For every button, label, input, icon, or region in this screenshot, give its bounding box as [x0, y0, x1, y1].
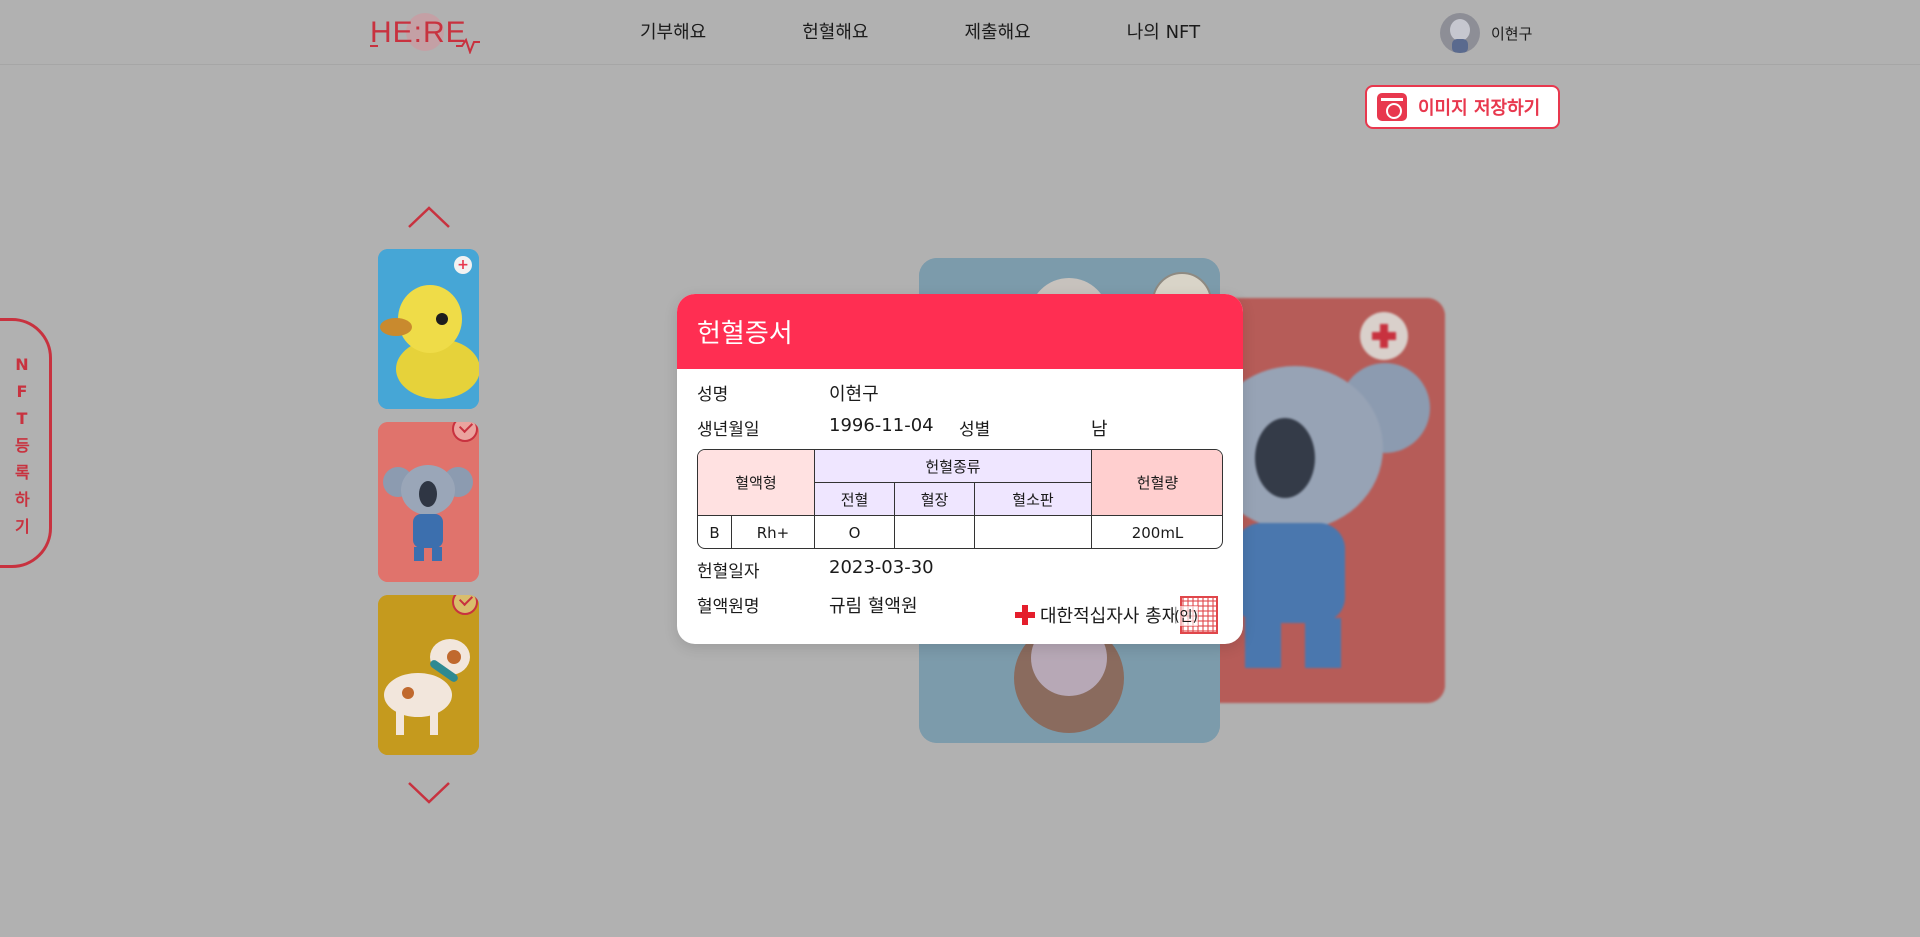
gender-label: 성별 [959, 420, 991, 440]
carousel-item-koala[interactable] [378, 422, 479, 582]
whole-blood-mark: O [815, 516, 895, 548]
donation-table: 혈액형 헌혈종류 헌혈량 전혈 혈장 혈소판 B Rh+ O 200mL [697, 449, 1223, 549]
official-seal-stamp: (인) [1174, 596, 1219, 634]
gender-value: 남 [1091, 419, 1108, 440]
birth-label: 생년월일 [697, 420, 760, 440]
issuer-signature: 대한적십자사 총재 (인) [1015, 596, 1219, 634]
carousel-down-arrow[interactable] [407, 780, 451, 806]
avatar[interactable] [1440, 13, 1480, 53]
koala-image [378, 422, 479, 582]
donation-date-value: 2023-03-30 [829, 557, 934, 578]
save-image-label: 이미지 저장하기 [1418, 98, 1541, 119]
plasma-mark [895, 516, 975, 548]
blood-center-value: 규림 혈액원 [829, 596, 918, 617]
user-name: 이현구 [1491, 24, 1533, 43]
blood-type-header: 혈액형 [698, 450, 815, 516]
carousel-item-dog[interactable] [378, 595, 479, 755]
nav-blood-donation[interactable]: 헌혈해요 [802, 0, 868, 65]
donation-date-label: 헌혈일자 [697, 562, 760, 582]
register-nft-tab[interactable]: NFT등록하기 [0, 318, 52, 568]
save-image-button[interactable]: 이미지 저장하기 [1365, 85, 1560, 129]
donation-certificate: 헌혈증서 성명 이현구 생년월일 1996-11-04 성별 남 혈액형 헌혈종… [677, 294, 1243, 644]
seal-text: (인) [1174, 606, 1199, 626]
main-nav: 기부해요 헌혈해요 제출해요 나의 NFT [640, 0, 1296, 65]
nav-donate[interactable]: 기부해요 [640, 0, 706, 65]
birth-value: 1996-11-04 [829, 415, 934, 436]
carousel-item-duck[interactable]: + [378, 249, 479, 409]
dog-image [378, 595, 479, 755]
register-nft-label: NFT등록하기 [15, 355, 30, 536]
blood-rh-value: Rh+ [732, 516, 815, 548]
kind-plasma: 혈장 [895, 483, 975, 516]
platelet-mark [975, 516, 1092, 548]
logo[interactable]: HE:RE [370, 12, 480, 54]
blood-center-label: 혈액원명 [697, 597, 760, 617]
red-cross-badge-icon: + [454, 256, 472, 274]
carousel-up-arrow[interactable] [407, 204, 451, 230]
red-cross-icon [1015, 605, 1035, 625]
certificate-title: 헌혈증서 [697, 319, 793, 349]
top-navbar: HE:RE 기부해요 헌혈해요 제출해요 나의 NFT 이현구 [0, 0, 1920, 65]
volume-value: 200mL [1131, 524, 1184, 542]
kind-platelet: 혈소판 [975, 483, 1092, 516]
name-value: 이현구 [829, 384, 879, 405]
blood-abo-value: B [698, 516, 732, 548]
name-label: 성명 [697, 385, 729, 405]
kind-whole-blood: 전혈 [815, 483, 895, 516]
camera-icon [1377, 93, 1407, 121]
donation-kind-header: 헌혈종류 [815, 450, 1092, 483]
nav-submit[interactable]: 제출해요 [965, 0, 1031, 65]
logo-pulse-icon [370, 37, 480, 54]
volume-header: 헌혈량 [1092, 450, 1222, 516]
user-menu[interactable]: 이현구 [1440, 13, 1532, 53]
red-cross-emblem-icon [1360, 312, 1408, 360]
issuer-name: 대한적십자사 총재 [1040, 606, 1179, 627]
certificate-header: 헌혈증서 [677, 294, 1243, 369]
nav-my-nft[interactable]: 나의 NFT [1127, 0, 1200, 65]
